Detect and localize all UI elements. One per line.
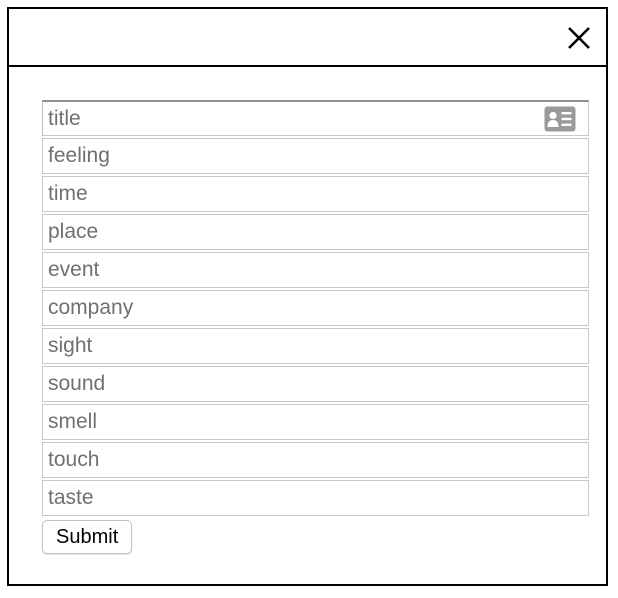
memory-form: Submit <box>42 100 589 554</box>
field-taste <box>42 480 589 516</box>
field-time <box>42 176 589 212</box>
taste-input[interactable] <box>43 481 588 515</box>
field-place <box>42 214 589 250</box>
field-sight <box>42 328 589 364</box>
field-sound <box>42 366 589 402</box>
contact-card-icon[interactable] <box>544 106 576 132</box>
field-title <box>42 100 589 136</box>
close-button[interactable] <box>566 25 592 51</box>
dialog-header <box>9 9 606 67</box>
company-input[interactable] <box>43 291 588 325</box>
sight-input[interactable] <box>43 329 588 363</box>
field-feeling <box>42 138 589 174</box>
time-input[interactable] <box>43 177 588 211</box>
touch-input[interactable] <box>43 443 588 477</box>
smell-input[interactable] <box>43 405 588 439</box>
field-touch <box>42 442 589 478</box>
sound-input[interactable] <box>43 367 588 401</box>
submit-button[interactable]: Submit <box>42 520 133 554</box>
field-company <box>42 290 589 326</box>
dialog: Submit <box>7 7 608 586</box>
feeling-input[interactable] <box>43 139 588 173</box>
event-input[interactable] <box>43 253 588 287</box>
place-input[interactable] <box>43 215 588 249</box>
title-input[interactable] <box>43 102 588 135</box>
close-icon <box>568 27 590 49</box>
field-smell <box>42 404 589 440</box>
field-event <box>42 252 589 288</box>
